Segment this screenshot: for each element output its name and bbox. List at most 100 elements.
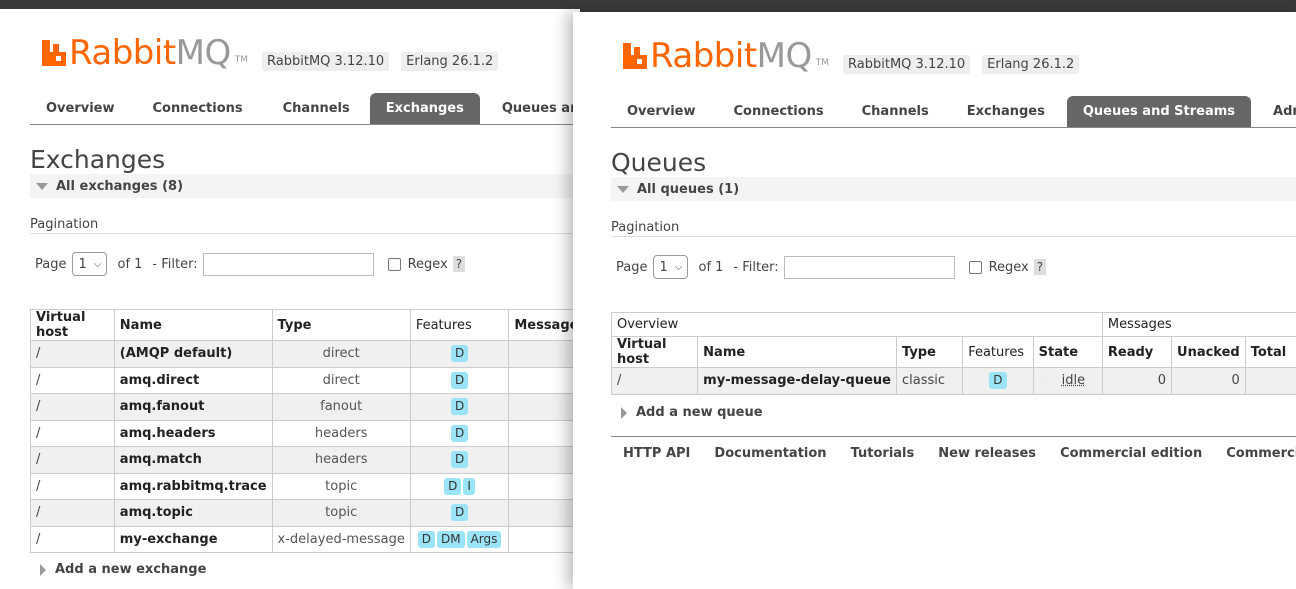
feature-badge[interactable]: D bbox=[450, 345, 469, 363]
cell-exchange-name[interactable]: amq.headers bbox=[113, 419, 273, 447]
feature-badge-durable[interactable]: D bbox=[989, 372, 1007, 390]
table-row[interactable]: / amq.direct direct D bbox=[30, 366, 580, 394]
col-virtual-host[interactable]: Virtual host bbox=[610, 336, 699, 368]
pagination-label: Pagination bbox=[611, 220, 680, 235]
col-name[interactable]: Name bbox=[113, 309, 273, 341]
feature-badge[interactable]: Args bbox=[466, 530, 502, 548]
feature-badge[interactable]: D bbox=[450, 424, 469, 442]
regex-label: Regex bbox=[407, 256, 448, 272]
table-row[interactable]: / amq.match headers D bbox=[30, 446, 580, 474]
page-select[interactable]: 1 ⌵ bbox=[72, 252, 108, 276]
cell-exchange-name[interactable]: amq.direct bbox=[113, 366, 273, 394]
regex-checkbox[interactable] bbox=[387, 257, 401, 271]
footer-link-tutorials[interactable]: Tutorials bbox=[851, 446, 915, 461]
filter-input[interactable] bbox=[783, 255, 955, 279]
col-unacked[interactable]: Unacked bbox=[1171, 336, 1246, 368]
feature-badge[interactable]: D bbox=[450, 451, 469, 469]
rabbitmq-logo[interactable]: Rabbit MQ TM bbox=[623, 38, 829, 74]
table-row[interactable]: / amq.headers headers D bbox=[30, 419, 580, 447]
cell-exchange-name[interactable]: amq.match bbox=[113, 446, 273, 474]
pagination-controls: Page 1 ⌵ of 1 - Filter: Regex ? bbox=[35, 252, 466, 276]
table-row[interactable]: /my-exchangex-delayed-messageDDMArgs0 bbox=[30, 525, 580, 553]
rabbitmq-logo[interactable]: Rabbit MQ TM bbox=[42, 35, 248, 71]
footer-link-new-releases[interactable]: New releases bbox=[938, 446, 1036, 461]
tab-queues-and-streams[interactable]: Queues and Streams bbox=[480, 93, 580, 124]
col-state[interactable]: State bbox=[1032, 336, 1103, 368]
cell-exchange-name[interactable]: amq.topic bbox=[113, 499, 273, 527]
tab-admin[interactable]: Admin bbox=[1251, 96, 1296, 127]
tab-connections[interactable]: Connections bbox=[712, 96, 844, 127]
tab-channels[interactable]: Channels bbox=[263, 93, 370, 124]
table-row[interactable]: / amq.fanout fanout D bbox=[30, 393, 580, 421]
col-total[interactable]: Total bbox=[1244, 336, 1296, 368]
page-label: Page bbox=[616, 259, 648, 275]
col-ready[interactable]: Ready bbox=[1101, 336, 1173, 368]
main-nav-tabs: Overview Connections Channels Exchanges … bbox=[611, 96, 1296, 128]
all-exchanges-section-toggle[interactable]: All exchanges (8) bbox=[30, 174, 580, 198]
col-message-rate-in[interactable]: Message rate in bbox=[508, 309, 580, 341]
filter-label: - Filter: bbox=[733, 259, 779, 275]
cell-vhost: / bbox=[30, 419, 115, 447]
cell-exchange-name[interactable]: amq.rabbitmq.trace bbox=[113, 472, 273, 500]
feature-badge[interactable]: D bbox=[450, 504, 469, 522]
state-label[interactable]: idle bbox=[1062, 373, 1085, 388]
cell-message-rate bbox=[508, 393, 580, 421]
cell-features: D bbox=[409, 340, 510, 368]
erlang-version: Erlang 26.1.2 bbox=[401, 51, 499, 71]
regex-help-button[interactable]: ? bbox=[1033, 259, 1047, 275]
regex-checkbox[interactable] bbox=[968, 260, 982, 274]
feature-badge[interactable]: D bbox=[417, 530, 435, 548]
cell-type: topic bbox=[271, 499, 411, 527]
section-title: All queues (1) bbox=[637, 181, 740, 197]
cell-unacked: 0 bbox=[1171, 367, 1246, 395]
exchanges-table: Virtual host Name Type Features Message … bbox=[30, 309, 580, 553]
page-select[interactable]: 1 ⌵ bbox=[653, 255, 689, 279]
footer-link-http-api[interactable]: HTTP API bbox=[623, 446, 690, 461]
cell-exchange-name[interactable]: amq.fanout bbox=[113, 393, 273, 421]
table-row[interactable]: / (AMQP default) direct D bbox=[30, 340, 580, 368]
feature-badge[interactable]: D bbox=[450, 371, 469, 389]
footer-link-commercial-edition[interactable]: Commercial edition bbox=[1060, 446, 1202, 461]
tab-overview[interactable]: Overview bbox=[611, 96, 712, 127]
group-overview: Overview bbox=[611, 312, 1103, 337]
col-type[interactable]: Type bbox=[271, 309, 411, 341]
feature-badge[interactable]: D bbox=[450, 398, 469, 416]
rabbitmq-version: RabbitMQ 3.12.10 bbox=[843, 54, 971, 74]
feature-badge[interactable]: D bbox=[444, 477, 462, 495]
cell-state: idle bbox=[1032, 367, 1103, 395]
tab-connections[interactable]: Connections bbox=[131, 93, 263, 124]
tab-exchanges[interactable]: Exchanges bbox=[369, 93, 480, 124]
add-exchange-toggle[interactable]: Add a new exchange bbox=[40, 562, 206, 577]
cell-type: x-delayed-message bbox=[271, 525, 411, 553]
col-virtual-host[interactable]: Virtual host bbox=[30, 309, 115, 341]
tab-channels[interactable]: Channels bbox=[844, 96, 948, 127]
cell-exchange-name[interactable]: (AMQP default) bbox=[113, 340, 273, 368]
feature-badge[interactable]: DM bbox=[437, 530, 465, 548]
feature-badge[interactable]: I bbox=[463, 477, 475, 495]
col-name[interactable]: Name bbox=[697, 336, 897, 368]
cell-exchange-name[interactable]: my-exchange bbox=[113, 525, 273, 553]
add-queue-toggle[interactable]: Add a new queue bbox=[621, 405, 763, 420]
tab-overview[interactable]: Overview bbox=[30, 93, 131, 124]
table-row[interactable]: / amq.topic topic D bbox=[30, 499, 580, 527]
cell-features: D bbox=[409, 499, 510, 527]
cell-message-rate bbox=[508, 446, 580, 474]
all-queues-section-toggle[interactable]: All queues (1) bbox=[611, 177, 1296, 201]
cell-queue-name[interactable]: my-message-delay-queue bbox=[697, 367, 897, 395]
footer-link-documentation[interactable]: Documentation bbox=[714, 446, 826, 461]
queues-table: Overview Messages Virtual host Name Type… bbox=[610, 312, 1296, 395]
table-row[interactable]: / amq.rabbitmq.trace topic D I bbox=[30, 472, 580, 500]
cell-total bbox=[1244, 367, 1296, 395]
footer-link-commercial-support[interactable]: Commercial support bbox=[1226, 446, 1296, 461]
col-features: Features bbox=[962, 336, 1034, 368]
tab-exchanges[interactable]: Exchanges bbox=[948, 96, 1067, 127]
col-type[interactable]: Type bbox=[895, 336, 964, 368]
cell-vhost: / bbox=[30, 525, 115, 553]
page-label: Page bbox=[35, 256, 67, 272]
col-features: Features bbox=[409, 309, 510, 341]
cell-type: direct bbox=[271, 340, 411, 368]
tab-queues-and-streams[interactable]: Queues and Streams bbox=[1066, 96, 1252, 127]
table-row[interactable]: / my-message-delay-queue classic D idle … bbox=[610, 367, 1296, 395]
filter-input[interactable] bbox=[202, 252, 374, 276]
regex-help-button[interactable]: ? bbox=[452, 256, 466, 272]
